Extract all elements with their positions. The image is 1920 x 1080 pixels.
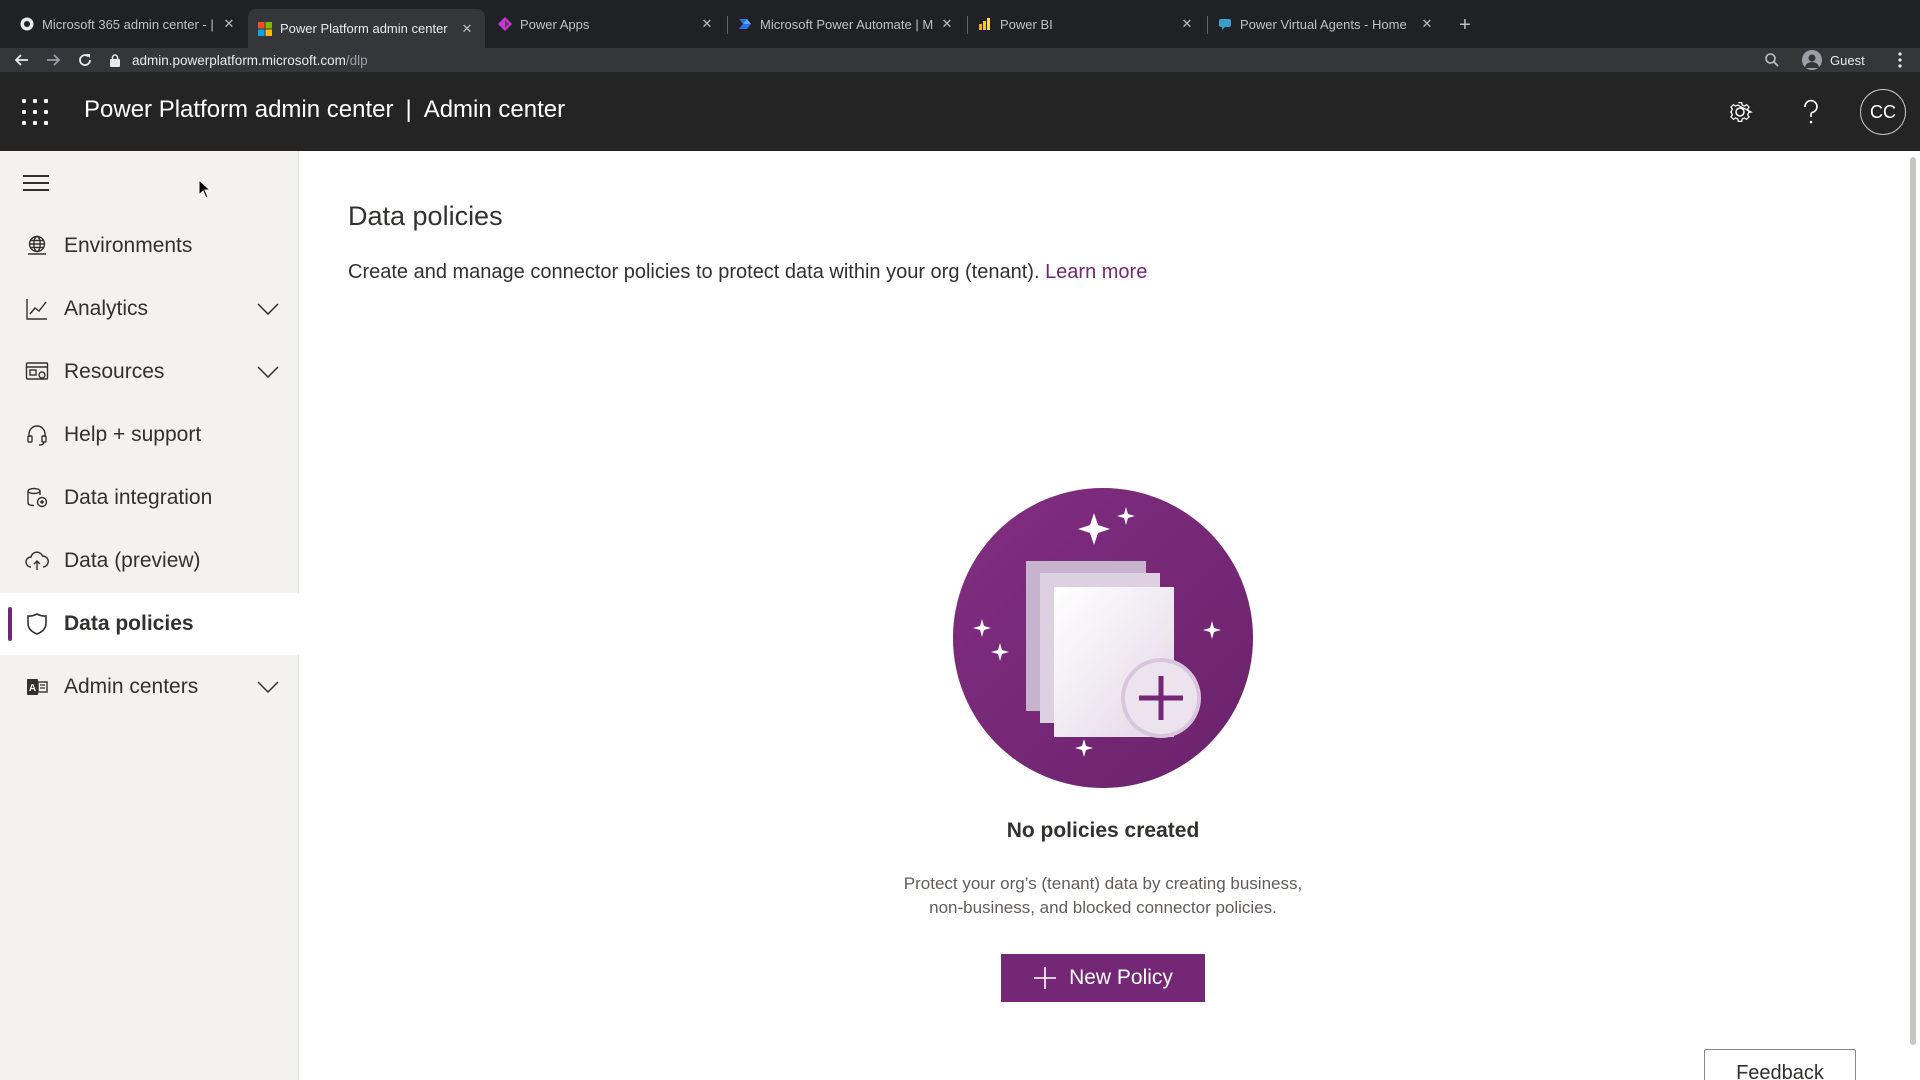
tab-title: Power Platform admin center — [280, 21, 448, 36]
feedback-button[interactable]: Feedback — [1704, 1049, 1856, 1080]
sidebar-item-data-preview[interactable]: Data (preview) — [0, 530, 299, 592]
sidebar-item-label: Data policies — [64, 612, 194, 635]
power-apps-icon — [498, 17, 512, 31]
tab-title: Power Virtual Agents - Home — [1240, 16, 1407, 32]
sidebar-item-label: Analytics — [64, 297, 149, 320]
page-scrollbar[interactable] — [1908, 151, 1920, 1080]
browser-menu-icon[interactable] — [1892, 50, 1908, 70]
browser-tab[interactable]: Power Apps ✕ — [488, 9, 725, 39]
new-policy-button[interactable]: New Policy — [1001, 954, 1205, 1002]
page-title: Data policies — [348, 201, 503, 231]
sidebar-item-analytics[interactable]: Analytics — [0, 278, 299, 340]
sidebar-item-label: Data (preview) — [64, 549, 201, 572]
browser-toolbar: admin.powerplatform.microsoft.com/dlp Gu… — [0, 48, 1920, 72]
close-icon[interactable]: ✕ — [1419, 16, 1435, 32]
chevron-down-icon[interactable] — [256, 360, 280, 384]
headset-icon — [24, 422, 50, 448]
main-content: Data policies Create and manage connecto… — [300, 151, 1908, 1080]
data-integration-icon — [24, 485, 50, 511]
close-icon[interactable]: ✕ — [699, 16, 715, 32]
svg-text:A: A — [29, 683, 36, 694]
resources-icon — [24, 359, 50, 385]
chevron-down-icon[interactable] — [256, 297, 280, 321]
url-host: admin.powerplatform.microsoft.com — [132, 52, 346, 68]
tab-title: Power BI — [1000, 16, 1053, 32]
browser-tab[interactable]: Power Virtual Agents - Home ✕ — [1208, 9, 1445, 39]
help-question-icon[interactable] — [1795, 96, 1827, 128]
sidebar-item-label: Help + support — [64, 423, 202, 446]
tab-title: Power Apps — [520, 16, 590, 32]
close-icon[interactable]: ✕ — [939, 16, 955, 32]
profile-label: Guest — [1830, 52, 1865, 68]
empty-state-title: No policies created — [1006, 819, 1200, 842]
sidebar-item-admin-centers[interactable]: A Admin centers — [0, 656, 299, 718]
forward-icon[interactable] — [41, 48, 65, 72]
sidebar-item-data-policies[interactable]: Data policies — [0, 593, 299, 655]
power-virtual-agents-icon — [1218, 17, 1232, 31]
power-automate-icon — [738, 17, 752, 31]
profile-button[interactable]: Guest — [1802, 48, 1865, 72]
sidebar-item-environments[interactable]: Environments — [0, 215, 299, 277]
empty-state-line: Protect your org’s (tenant) data by crea… — [903, 874, 1303, 893]
cloud-data-icon — [24, 548, 50, 574]
page-description: Create and manage connector policies to … — [348, 261, 1147, 284]
sidebar-item-help-support[interactable]: Help + support — [0, 404, 299, 466]
browser-tab[interactable]: Power BI ✕ — [968, 9, 1205, 39]
title-separator: | — [405, 96, 412, 123]
browser-tab-active[interactable]: Power Platform admin center ✕ — [248, 9, 485, 48]
sidebar-item-resources[interactable]: Resources — [0, 341, 299, 403]
chevron-down-icon[interactable] — [256, 675, 280, 699]
close-icon[interactable]: ✕ — [1179, 16, 1195, 32]
plus-icon — [1034, 967, 1057, 989]
left-navigation: Environments Analytics Resources Help + … — [0, 151, 299, 1080]
url-path: /dlp — [345, 52, 368, 68]
new-tab-icon[interactable]: + — [1454, 14, 1476, 36]
browser-tab-strip: Microsoft 365 admin center - | ✕ Power P… — [0, 0, 1920, 48]
section-name: Admin center — [423, 96, 566, 123]
microsoft-logo-icon — [258, 21, 272, 36]
sidebar-item-label: Environments — [64, 234, 193, 257]
globe-icon — [24, 233, 50, 259]
user-avatar[interactable]: CC — [1860, 89, 1906, 135]
sidebar-item-label: Admin centers — [64, 675, 199, 698]
empty-state-illustration — [952, 487, 1254, 789]
reload-icon[interactable] — [73, 48, 97, 72]
scrollbar-thumb[interactable] — [1910, 157, 1916, 1045]
tab-title: Microsoft 365 admin center - | — [42, 16, 214, 32]
shield-icon — [24, 611, 50, 637]
product-name[interactable]: Power Platform admin center — [84, 96, 393, 123]
power-bi-icon — [978, 17, 992, 31]
m365-icon — [20, 17, 34, 31]
browser-tab[interactable]: Microsoft 365 admin center - | ✕ — [10, 9, 247, 39]
lock-icon — [110, 53, 124, 67]
app-header: Power Platform admin center | Admin center… — [0, 72, 1920, 151]
empty-state-description: Protect your org’s (tenant) data by crea… — [900, 872, 1306, 920]
hamburger-menu-icon[interactable] — [22, 173, 50, 193]
close-icon[interactable]: ✕ — [221, 16, 237, 32]
zoom-icon[interactable] — [1764, 52, 1780, 68]
empty-state-line: non-business, and blocked connector poli… — [929, 898, 1277, 917]
sidebar-item-label: Resources — [64, 360, 165, 383]
sidebar-item-data-integration[interactable]: Data integration — [0, 467, 299, 529]
close-icon[interactable]: ✕ — [459, 21, 475, 37]
app-title: Power Platform admin center | Admin center — [84, 96, 565, 124]
guest-avatar-icon — [1802, 50, 1822, 70]
address-bar[interactable]: admin.powerplatform.microsoft.com/dlp — [110, 48, 1765, 72]
browser-tab[interactable]: Microsoft Power Automate | M ✕ — [728, 9, 965, 39]
description-text: Create and manage connector policies to … — [348, 261, 1046, 283]
app-launcher-icon[interactable] — [22, 99, 48, 125]
learn-more-link[interactable]: Learn more — [1045, 261, 1147, 283]
admin-centers-icon: A — [24, 674, 50, 700]
tab-title: Microsoft Power Automate | M — [760, 16, 933, 32]
back-icon[interactable] — [10, 48, 34, 72]
mouse-cursor-icon — [198, 179, 212, 199]
chart-line-icon — [24, 296, 50, 322]
settings-gear-icon[interactable] — [1724, 96, 1756, 128]
new-policy-label: New Policy — [1069, 966, 1173, 989]
sidebar-item-label: Data integration — [64, 486, 213, 509]
